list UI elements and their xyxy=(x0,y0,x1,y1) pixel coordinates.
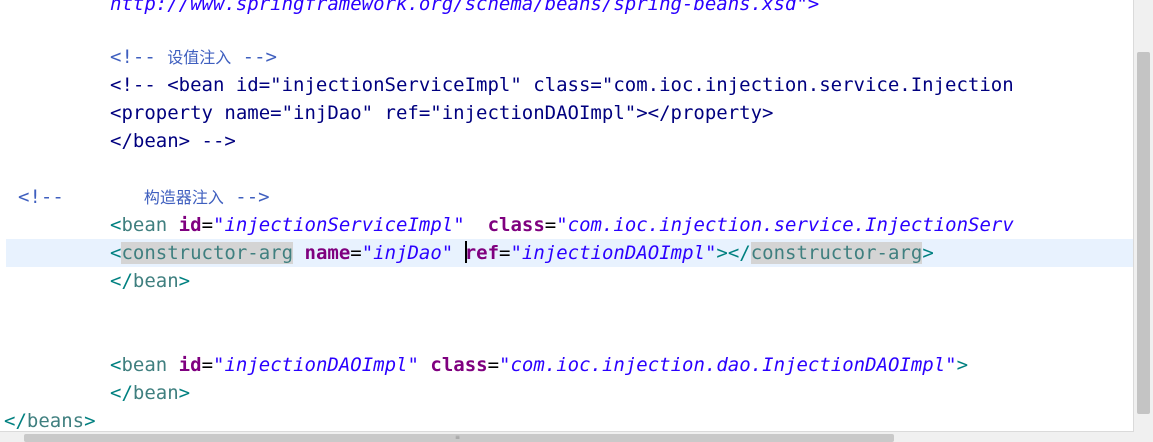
xml-editor[interactable]: http://www.springframework.org/schema/be… xyxy=(0,0,1134,432)
bean-service-line: <bean id="injectionServiceImpl" class="c… xyxy=(110,214,1014,236)
comment-line-constructor: <!-- 构造器注入 --> xyxy=(18,186,270,208)
bean-dao-line: <bean id="injectionDAOImpl" class="com.i… xyxy=(110,354,969,376)
current-line[interactable]: <constructor-arg name="injDao" ref="inje… xyxy=(6,239,1134,267)
gutter xyxy=(0,0,6,432)
comment-line-setter: <!-- 设值注入 --> xyxy=(110,46,277,68)
scrollbar-corner xyxy=(1134,432,1153,442)
scroll-grip-icon: ≡ xyxy=(455,434,461,441)
commented-property-line: <property name="injDao" ref="injectionDA… xyxy=(110,102,774,124)
vertical-scrollbar[interactable] xyxy=(1133,0,1153,432)
bean-end-line: </bean> xyxy=(110,270,191,292)
commented-bean-end-line: </bean> --> xyxy=(110,130,236,152)
schema-location-line: http://www.springframework.org/schema/be… xyxy=(110,0,820,15)
beans-end-line: </beans> xyxy=(4,410,96,432)
vertical-scroll-thumb[interactable] xyxy=(1137,52,1150,414)
commented-bean-line: <!-- <bean id="injectionServiceImpl" cla… xyxy=(110,74,1014,96)
horizontal-scrollbar[interactable]: ≡ xyxy=(0,431,1134,442)
bean-dao-end-line: </bean> xyxy=(110,382,191,404)
